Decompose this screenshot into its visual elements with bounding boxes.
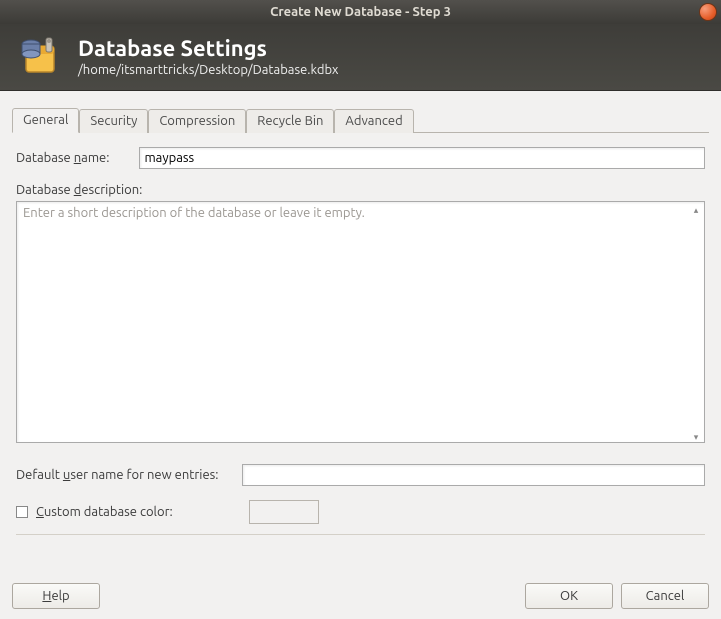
close-icon[interactable]	[699, 3, 717, 21]
help-button[interactable]: Help	[12, 583, 100, 609]
tab-security[interactable]: Security	[79, 109, 148, 133]
database-icon	[16, 32, 64, 80]
header-banner: Database Settings /home/itsmarttricks/De…	[0, 24, 721, 91]
tab-recycle-bin[interactable]: Recycle Bin	[246, 109, 334, 133]
ok-button[interactable]: OK	[525, 583, 613, 609]
custom-color-checkbox[interactable]	[16, 506, 28, 518]
titlebar: Create New Database - Step 3	[0, 0, 721, 24]
default-username-label: Default user name for new entries:	[16, 468, 218, 482]
window-title: Create New Database - Step 3	[0, 5, 721, 19]
tab-compression[interactable]: Compression	[148, 109, 246, 133]
dialog-footer: Help OK Cancel	[12, 583, 709, 609]
custom-color-swatch[interactable]	[249, 500, 319, 524]
database-name-input[interactable]	[139, 147, 705, 169]
custom-color-label: Custom database color:	[36, 505, 173, 519]
database-name-label: Database name:	[16, 151, 109, 165]
default-username-input[interactable]	[242, 464, 705, 486]
header-title: Database Settings	[78, 36, 338, 61]
header-path: /home/itsmarttricks/Desktop/Database.kdb…	[78, 63, 338, 77]
tab-general[interactable]: General	[12, 108, 79, 133]
divider	[16, 534, 705, 535]
tab-bar: General Security Compression Recycle Bin…	[12, 107, 709, 132]
database-description-input[interactable]	[16, 201, 705, 443]
tab-advanced[interactable]: Advanced	[334, 109, 413, 133]
tab-panel-general: Database name: Database description: ▴ ▾…	[12, 132, 709, 535]
cancel-button[interactable]: Cancel	[621, 583, 709, 609]
database-description-label: Database description:	[16, 183, 705, 197]
